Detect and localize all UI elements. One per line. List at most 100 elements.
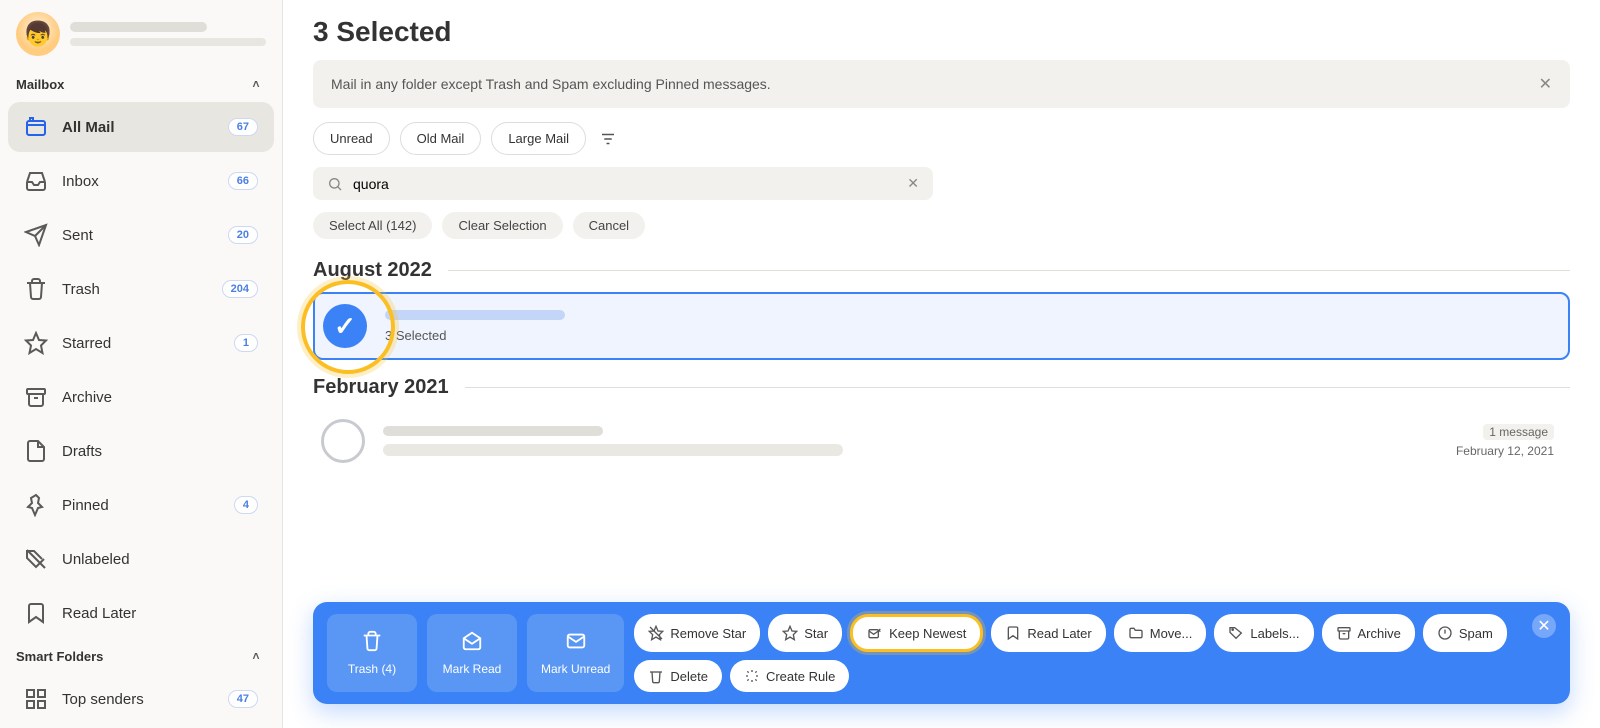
message-count: 1 message <box>1483 424 1554 440</box>
count-badge: 67 <box>228 118 258 136</box>
sidebar-item-label: Read Later <box>62 605 258 622</box>
sidebar-item-label: Inbox <box>62 173 214 190</box>
pin-icon <box>24 493 48 517</box>
chevron-up-icon: ˄ <box>246 74 266 94</box>
count-badge: 20 <box>228 226 258 244</box>
chip-label: Remove Star <box>670 626 746 641</box>
group-header-february: February 2021 <box>313 376 1570 399</box>
selection-checkbox-unchecked[interactable] <box>321 419 365 463</box>
action-move[interactable]: Move... <box>1114 614 1207 652</box>
action-star[interactable]: Star <box>768 614 842 652</box>
sidebar-item-inbox[interactable]: Inbox 66 <box>8 156 274 206</box>
action-bar-secondary: Remove Star Star Keep Newest Read Later <box>634 614 1522 692</box>
sidebar-item-trash[interactable]: Trash 204 <box>8 264 274 314</box>
bookmark-icon <box>1005 625 1021 641</box>
selection-caption: 3 Selected <box>385 328 1552 343</box>
action-mark-read[interactable]: Mark Read <box>427 614 517 692</box>
section-mailbox[interactable]: Mailbox ˄ <box>0 68 282 100</box>
action-archive[interactable]: Archive <box>1322 614 1415 652</box>
sidebar-item-pinned[interactable]: Pinned 4 <box>8 480 274 530</box>
message-preview: 3 Selected <box>385 310 1552 343</box>
filter-row: Unread Old Mail Large Mail <box>313 122 1570 155</box>
group-title: February 2021 <box>313 376 449 399</box>
sidebar-item-label: All Mail <box>62 119 214 136</box>
sidebar-item-label: Sent <box>62 227 214 244</box>
action-bar: Trash (4) Mark Read Mark Unread Remove S… <box>313 602 1570 704</box>
message-meta: 1 message February 12, 2021 <box>1456 424 1554 458</box>
close-icon[interactable]: ✕ <box>1539 74 1552 94</box>
search-bar[interactable]: ✕ <box>313 167 933 200</box>
sidebar-item-read-later[interactable]: Read Later <box>8 588 274 638</box>
action-bar-close[interactable]: ✕ <box>1532 614 1556 638</box>
grid-icon <box>24 687 48 711</box>
info-text: Mail in any folder except Trash and Spam… <box>331 76 771 92</box>
sidebar-item-all-mail[interactable]: All Mail 67 <box>8 102 274 152</box>
star-off-icon <box>648 625 664 641</box>
trash-icon <box>24 277 48 301</box>
filter-large-mail[interactable]: Large Mail <box>491 122 586 155</box>
action-remove-star[interactable]: Remove Star <box>634 614 760 652</box>
action-spam[interactable]: Spam <box>1423 614 1507 652</box>
chip-label: Star <box>804 626 828 641</box>
group-title: August 2022 <box>313 259 432 282</box>
account-header[interactable]: 👦 <box>0 0 282 68</box>
sidebar: 👦 Mailbox ˄ All Mail 67 Inbox 66 Sent 20 <box>0 0 283 728</box>
alert-icon <box>1437 625 1453 641</box>
cancel-button[interactable]: Cancel <box>573 212 645 239</box>
count-badge: 1 <box>234 334 258 352</box>
action-label: Trash (4) <box>348 662 396 676</box>
sidebar-item-drafts[interactable]: Drafts <box>8 426 274 476</box>
chevron-up-icon: ˄ <box>246 646 266 666</box>
filter-old-mail[interactable]: Old Mail <box>400 122 482 155</box>
search-input[interactable] <box>353 176 907 192</box>
section-label: Smart Folders <box>16 649 103 664</box>
action-keep-newest[interactable]: Keep Newest <box>850 614 983 652</box>
count-badge: 47 <box>228 690 258 708</box>
action-trash[interactable]: Trash (4) <box>327 614 417 692</box>
sidebar-item-top-senders[interactable]: Top senders 47 <box>8 674 274 724</box>
search-icon <box>327 176 343 192</box>
selection-checkbox-checked[interactable] <box>323 304 367 348</box>
action-read-later[interactable]: Read Later <box>991 614 1105 652</box>
archive-icon <box>24 385 48 409</box>
star-icon <box>782 625 798 641</box>
document-icon <box>24 439 48 463</box>
main-content: 3 Selected Mail in any folder except Tra… <box>283 0 1600 728</box>
sidebar-item-label: Drafts <box>62 443 258 460</box>
inbox-icon <box>24 169 48 193</box>
sidebar-item-starred[interactable]: Starred 1 <box>8 318 274 368</box>
count-badge: 4 <box>234 496 258 514</box>
trash-icon <box>648 668 664 684</box>
filter-unread[interactable]: Unread <box>313 122 390 155</box>
tag-off-icon <box>24 547 48 571</box>
page-title: 3 Selected <box>313 16 1570 48</box>
chip-label: Archive <box>1358 626 1401 641</box>
action-delete[interactable]: Delete <box>634 660 722 692</box>
action-mark-unread[interactable]: Mark Unread <box>527 614 624 692</box>
mail-up-icon <box>867 625 883 641</box>
message-preview <box>383 426 1438 456</box>
sidebar-item-unlabeled[interactable]: Unlabeled <box>8 534 274 584</box>
sidebar-item-sent[interactable]: Sent 20 <box>8 210 274 260</box>
select-all-button[interactable]: Select All (142) <box>313 212 432 239</box>
message-group-selected[interactable]: 3 Selected <box>313 292 1570 360</box>
chip-label: Create Rule <box>766 669 835 684</box>
filter-settings-icon[interactable] <box>596 127 620 151</box>
sidebar-item-label: Pinned <box>62 497 220 514</box>
archive-icon <box>1336 625 1352 641</box>
clear-search-icon[interactable]: ✕ <box>907 175 919 192</box>
sidebar-item-label: Archive <box>62 389 258 406</box>
avatar: 👦 <box>16 12 60 56</box>
sidebar-item-archive[interactable]: Archive <box>8 372 274 422</box>
mailbox-icon <box>24 115 48 139</box>
info-banner: Mail in any folder except Trash and Spam… <box>313 60 1570 108</box>
account-name-placeholder <box>70 22 266 46</box>
clear-selection-button[interactable]: Clear Selection <box>442 212 562 239</box>
section-smart-folders[interactable]: Smart Folders ˄ <box>0 640 282 672</box>
sidebar-item-label: Top senders <box>62 691 214 708</box>
selection-actions: Select All (142) Clear Selection Cancel <box>313 212 1570 239</box>
action-labels[interactable]: Labels... <box>1214 614 1313 652</box>
action-label: Mark Unread <box>541 662 610 676</box>
message-row[interactable]: 1 message February 12, 2021 <box>313 409 1570 473</box>
action-create-rule[interactable]: Create Rule <box>730 660 849 692</box>
